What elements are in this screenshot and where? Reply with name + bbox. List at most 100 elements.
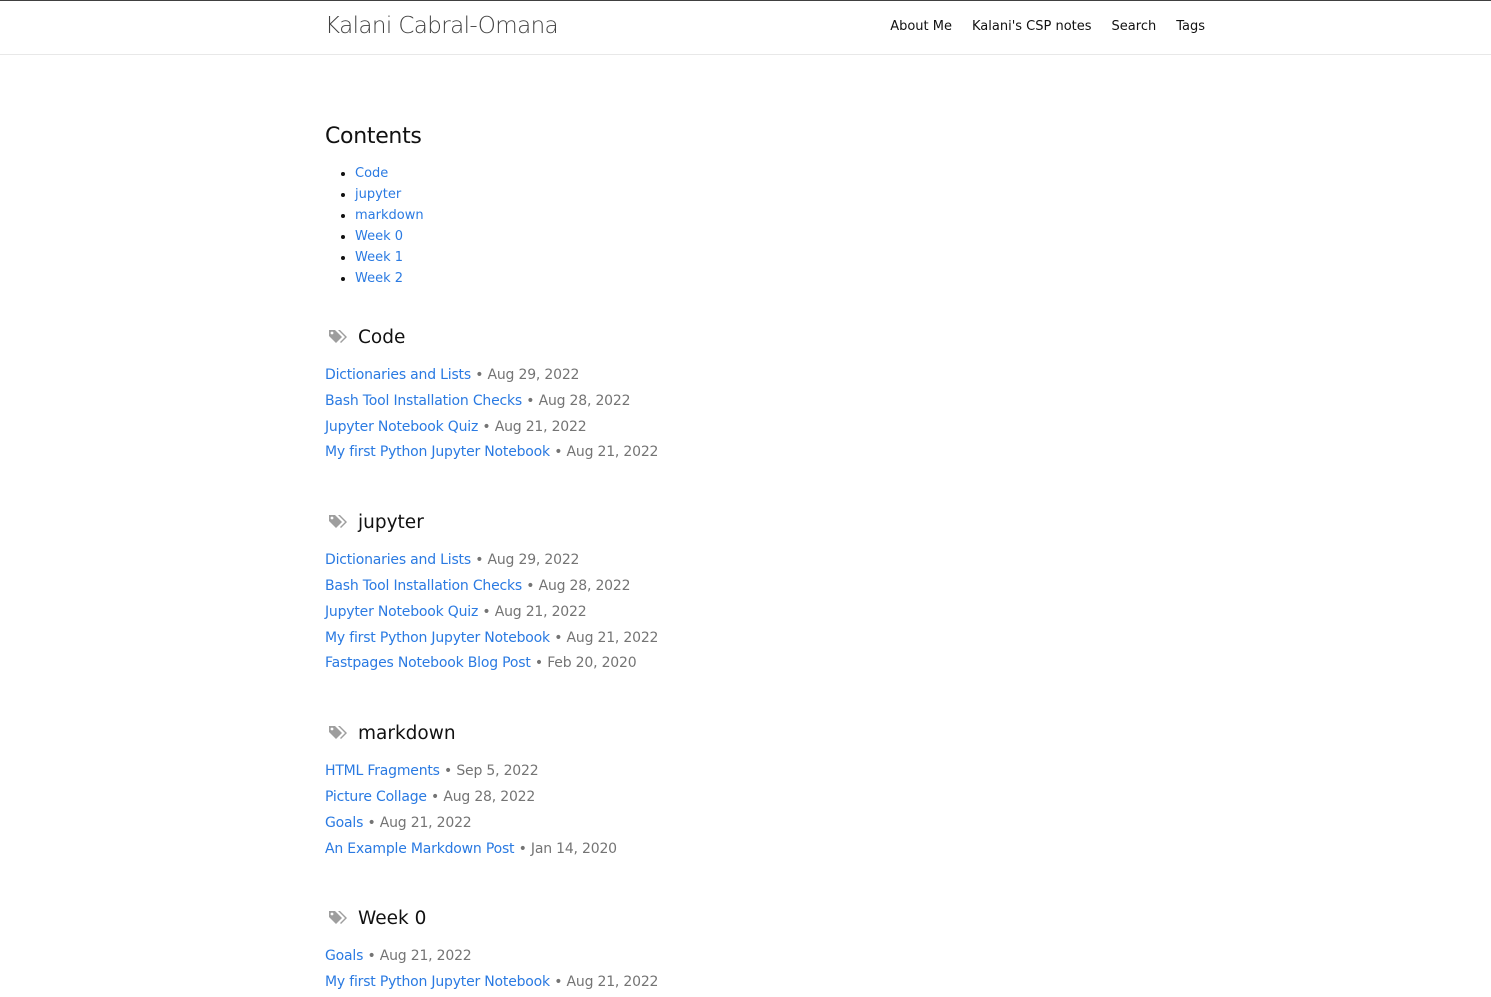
- contents-link-week-1[interactable]: Week 1: [355, 250, 403, 265]
- post-separator: •: [549, 974, 567, 991]
- post-date: Aug 29, 2022: [487, 552, 580, 569]
- post-list-item: An Example Markdown Post • Jan 14, 2020: [325, 838, 1205, 864]
- post-link[interactable]: My first Python Jupyter Notebook: [325, 444, 550, 460]
- tag-section-jupyter: jupyter Dictionaries and Lists • Aug 29, …: [325, 507, 1205, 678]
- tag-section-title: markdown: [325, 718, 1205, 748]
- contents-list: Code jupyter markdown Week 0 Week 1 Week…: [325, 163, 1205, 289]
- post-list-item: Dictionaries and Lists • Aug 29, 2022: [325, 364, 1205, 390]
- nav-link-csp-notes[interactable]: Kalani's CSP notes: [972, 19, 1092, 34]
- tags-icon: [329, 330, 347, 343]
- tag-section-code: Code Dictionaries and Lists • Aug 29, 202…: [325, 322, 1205, 467]
- contents-item: jupyter: [355, 184, 1205, 205]
- post-link[interactable]: Goals: [325, 948, 363, 964]
- site-title-link[interactable]: Kalani Cabral-Omana: [325, 13, 559, 39]
- post-date: Aug 21, 2022: [379, 814, 472, 831]
- post-separator: •: [439, 763, 457, 780]
- post-separator: •: [470, 552, 488, 569]
- main-content: Contents Code jupyter markdown Week 0 We…: [325, 120, 1205, 997]
- post-list-item: Goals • Aug 21, 2022: [325, 945, 1205, 971]
- post-link[interactable]: Bash Tool Installation Checks: [325, 578, 522, 594]
- post-separator: •: [363, 814, 380, 831]
- post-list-item: Goals • Aug 21, 2022: [325, 812, 1205, 838]
- tags-icon: [329, 515, 347, 529]
- post-date: Sep 5, 2022: [456, 763, 539, 780]
- site-nav: About Me Kalani's CSP notes Search Tags: [890, 19, 1205, 34]
- post-link[interactable]: Jupyter Notebook Quiz: [325, 419, 478, 435]
- post-date: Aug 21, 2022: [566, 629, 659, 646]
- post-link[interactable]: Fastpages Notebook Blog Post: [325, 655, 531, 671]
- tag-name: markdown: [358, 722, 456, 744]
- tag-name: Week 0: [358, 907, 427, 929]
- nav-link-search[interactable]: Search: [1112, 19, 1157, 34]
- post-date: Aug 28, 2022: [538, 577, 631, 594]
- post-date: Aug 21, 2022: [379, 948, 472, 965]
- post-link[interactable]: Jupyter Notebook Quiz: [325, 604, 478, 620]
- post-list-item: Jupyter Notebook Quiz • Aug 21, 2022: [325, 601, 1205, 627]
- post-date: Feb 20, 2020: [547, 655, 637, 672]
- contents-link-markdown[interactable]: markdown: [355, 208, 424, 223]
- post-list-item: Bash Tool Installation Checks • Aug 28, …: [325, 390, 1205, 416]
- post-list: Dictionaries and Lists • Aug 29, 2022 Bas…: [325, 364, 1205, 467]
- post-list-item: Picture Collage • Aug 28, 2022: [325, 786, 1205, 812]
- tags-icon: [329, 726, 347, 740]
- post-link[interactable]: My first Python Jupyter Notebook: [325, 630, 550, 646]
- nav-link-tags[interactable]: Tags: [1176, 19, 1205, 34]
- post-list: Goals • Aug 21, 2022 My first Python Jupy…: [325, 945, 1205, 997]
- post-list-item: HTML Fragments • Sep 5, 2022: [325, 760, 1205, 786]
- contents-item: markdown: [355, 205, 1205, 226]
- post-date: Aug 21, 2022: [494, 603, 587, 620]
- post-list-item: Fastpages Notebook Blog Post • Feb 20, 2…: [325, 652, 1205, 678]
- tag-section-title: Code: [325, 322, 1205, 352]
- post-separator: •: [426, 788, 444, 805]
- post-date: Aug 28, 2022: [538, 392, 631, 409]
- tag-section-title: Week 0: [325, 903, 1205, 933]
- contents-link-week-0[interactable]: Week 0: [355, 229, 403, 244]
- post-date: Aug 21, 2022: [566, 444, 659, 461]
- post-link[interactable]: HTML Fragments: [325, 763, 440, 779]
- post-date: Aug 21, 2022: [566, 974, 659, 991]
- post-separator: •: [363, 948, 380, 965]
- contents-heading: Contents: [325, 124, 422, 149]
- tags-icon: [329, 911, 347, 925]
- post-date: Aug 29, 2022: [487, 367, 580, 383]
- tag-name: Code: [358, 326, 406, 348]
- post-separator: •: [522, 577, 539, 594]
- contents-link-week-2[interactable]: Week 2: [355, 271, 403, 286]
- post-link[interactable]: My first Python Jupyter Notebook: [325, 974, 550, 990]
- tag-sections: Code Dictionaries and Lists • Aug 29, 202…: [325, 322, 1205, 997]
- tag-section-markdown: markdown HTML Fragments • Sep 5, 2022 Pict…: [325, 718, 1205, 863]
- tag-section-title: jupyter: [325, 507, 1205, 537]
- post-separator: •: [478, 418, 495, 435]
- site-header: Kalani Cabral-Omana About Me Kalani's CS…: [0, 0, 1491, 55]
- post-link[interactable]: Picture Collage: [325, 789, 427, 805]
- post-list-item: Dictionaries and Lists • Aug 29, 2022: [325, 549, 1205, 575]
- post-link[interactable]: Goals: [325, 815, 363, 831]
- post-separator: •: [530, 655, 548, 672]
- tag-section-week-0: Week 0 Goals • Aug 21, 2022 My first Pytho…: [325, 903, 1205, 997]
- post-date: Aug 21, 2022: [494, 418, 587, 435]
- post-link[interactable]: An Example Markdown Post: [325, 841, 515, 857]
- contents-link-jupyter[interactable]: jupyter: [355, 187, 401, 202]
- contents-item: Week 1: [355, 247, 1205, 268]
- post-link[interactable]: Dictionaries and Lists: [325, 367, 471, 383]
- post-list-item: My first Python Jupyter Notebook • Aug 2…: [325, 971, 1205, 997]
- post-list-item: Jupyter Notebook Quiz • Aug 21, 2022: [325, 416, 1205, 442]
- post-separator: •: [522, 392, 539, 409]
- contents-link-code[interactable]: Code: [355, 166, 388, 181]
- post-list-item: Bash Tool Installation Checks • Aug 28, …: [325, 575, 1205, 601]
- post-separator: •: [470, 367, 488, 383]
- post-date: Jan 14, 2020: [530, 840, 617, 857]
- post-link[interactable]: Bash Tool Installation Checks: [325, 393, 522, 409]
- contents-item: Code: [355, 163, 1205, 184]
- nav-link-about-me[interactable]: About Me: [890, 19, 952, 34]
- contents-item: Week 2: [355, 268, 1205, 289]
- post-list: Dictionaries and Lists • Aug 29, 2022 Bas…: [325, 549, 1205, 678]
- post-date: Aug 28, 2022: [443, 788, 536, 805]
- post-list: HTML Fragments • Sep 5, 2022 Picture Coll…: [325, 760, 1205, 863]
- post-separator: •: [549, 629, 567, 646]
- post-list-item: My first Python Jupyter Notebook • Aug 2…: [325, 627, 1205, 653]
- contents-item: Week 0: [355, 226, 1205, 247]
- post-separator: •: [514, 840, 531, 857]
- post-link[interactable]: Dictionaries and Lists: [325, 552, 471, 568]
- post-separator: •: [549, 444, 567, 461]
